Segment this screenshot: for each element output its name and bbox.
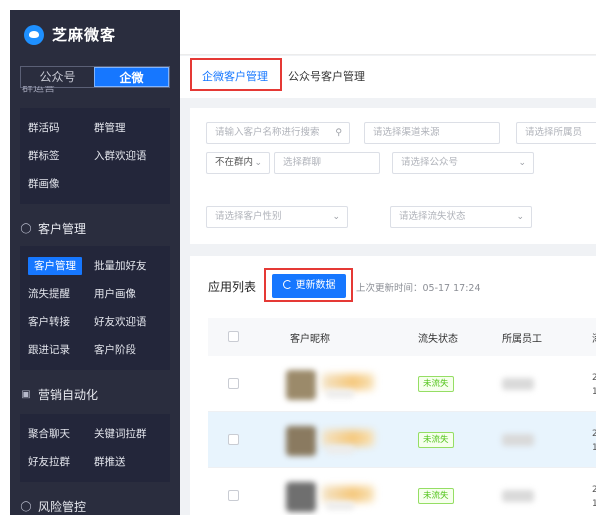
sidebar-item-aggregate-chat[interactable]: 聚合聊天	[28, 420, 94, 448]
added-date: 2(	[592, 485, 596, 495]
added-time: 1:	[592, 387, 596, 397]
table-header: 客户昵称 流失状态 所属员工 添	[208, 318, 596, 356]
avatar	[286, 426, 316, 456]
chevron-down-icon: ⌄	[254, 158, 262, 168]
table-row[interactable]: 未流失 2( 1:	[208, 468, 596, 515]
user-icon: ◯	[20, 223, 32, 234]
shield-icon: ◯	[20, 501, 32, 512]
avatar	[286, 482, 316, 512]
customer-management-panel: 客户管理 批量加好友 流失提醒 用户画像 客户转接 好友欢迎语 跟进记录 客户阶…	[20, 246, 170, 370]
sidebar-item-followup-records[interactable]: 跟进记录	[28, 336, 94, 364]
gender-select[interactable]: 请选择客户性别 ⌄	[206, 206, 348, 228]
row-checkbox[interactable]	[228, 490, 239, 501]
status-badge: 未流失	[418, 432, 454, 448]
group-chat-select[interactable]: 选择群聊	[274, 152, 380, 174]
sidebar-item-group-tags[interactable]: 群标签	[28, 142, 94, 170]
sidebar-item-group-portrait[interactable]: 群画像	[28, 170, 94, 198]
column-header-nickname[interactable]: 客户昵称	[290, 330, 330, 345]
marketing-automation-panel: 聚合聊天 关键词拉群 好友拉群 群推送	[20, 414, 170, 482]
sidebar-item-group-qrcode[interactable]: 群活码	[28, 114, 94, 142]
group-operation-panel: 群活码 群管理 群标签 入群欢迎语 群画像	[20, 108, 170, 204]
sidebar-item-churn-alert[interactable]: 流失提醒	[28, 280, 94, 308]
sidebar-item-batch-add-friends[interactable]: 批量加好友	[94, 252, 164, 280]
select-all-checkbox[interactable]	[228, 331, 239, 342]
chevron-down-icon: ⌄	[332, 212, 340, 222]
official-account-select[interactable]: 请选择公众号 ⌄	[392, 152, 534, 174]
nickname-redacted	[322, 374, 374, 390]
chat-bubble-logo-icon	[24, 24, 44, 45]
table-title: 应用列表	[208, 280, 257, 294]
churn-status-select[interactable]: 请选择流失状态 ⌄	[390, 206, 532, 228]
toggle-official-account[interactable]: 公众号	[21, 67, 94, 87]
grid-icon: ▣	[21, 389, 31, 400]
search-icon: ⚲	[335, 128, 342, 138]
sidebar-item-customer-transfer[interactable]: 客户转接	[28, 308, 94, 336]
sidebar-item-customer-manage[interactable]: 客户管理	[28, 252, 94, 280]
staff-redacted	[502, 434, 534, 446]
filter-panel: 请输入客户名称进行搜索 ⚲ 请选择渠道来源 请选择所属员 不在群内 ⌄ 选择群聊…	[190, 108, 596, 244]
brand-title: 芝麻微客	[52, 26, 117, 44]
risk-control-section[interactable]: ◯ 风险管控	[20, 498, 86, 515]
main-content: 企微客户管理 公众号客户管理 请输入客户名称进行搜索 ⚲ 请选择渠道来源 请选择…	[180, 10, 596, 515]
section-label: 风险管控	[38, 500, 87, 514]
chevron-down-icon: ⌄	[516, 212, 524, 222]
chevron-down-icon: ⌄	[518, 158, 526, 168]
refresh-highlight-box	[264, 268, 353, 302]
added-date: 2(	[592, 429, 596, 439]
sidebar-item-group-manage[interactable]: 群管理	[94, 114, 164, 142]
sidebar-item-group-push[interactable]: 群推送	[94, 448, 164, 476]
sidebar-item-friend-group[interactable]: 好友拉群	[28, 448, 94, 476]
customer-management-section[interactable]: ◯ 客户管理	[20, 220, 86, 237]
staff-redacted	[502, 490, 534, 502]
sidebar-item-friend-welcome[interactable]: 好友欢迎语	[94, 308, 164, 336]
in-group-select[interactable]: 不在群内 ⌄	[206, 152, 270, 174]
nickname-sub-redacted	[326, 390, 354, 398]
tab-mp-customers[interactable]: 公众号客户管理	[288, 68, 365, 84]
nickname-redacted	[322, 430, 374, 446]
row-checkbox[interactable]	[228, 434, 239, 445]
status-badge: 未流失	[418, 488, 454, 504]
section-label: 营销自动化	[38, 388, 99, 402]
table-row[interactable]: 未流失 2( 1:	[208, 356, 596, 412]
marketing-automation-section[interactable]: ▣ 营销自动化	[20, 386, 98, 403]
toggle-wecom[interactable]: 企微	[94, 67, 169, 87]
column-header-churn-status[interactable]: 流失状态	[418, 330, 458, 345]
row-checkbox[interactable]	[228, 378, 239, 389]
staff-redacted	[502, 378, 534, 390]
channel-select[interactable]: 请选择渠道来源	[364, 122, 500, 144]
sidebar-item-user-portrait[interactable]: 用户画像	[94, 280, 164, 308]
top-bar	[180, 10, 596, 55]
section-label: 客户管理	[38, 222, 87, 236]
column-header-added[interactable]: 添	[592, 330, 596, 345]
added-date: 2(	[592, 373, 596, 383]
status-badge: 未流失	[418, 376, 454, 392]
added-time: 1:	[592, 443, 596, 453]
group-operation-section-heading: 群运营	[22, 86, 55, 94]
added-time: 1:	[592, 499, 596, 509]
sidebar-item-group-welcome[interactable]: 入群欢迎语	[94, 142, 164, 170]
table-row[interactable]: 未流失 2( 1:	[208, 412, 596, 468]
last-update-time: 上次更新时间：05-17 17:24	[356, 283, 481, 294]
sidebar: 芝麻微客 公众号 企微 群运营 群活码 群管理 群标签 入群欢迎语 群画像 ◯ …	[10, 10, 180, 515]
search-input[interactable]: 请输入客户名称进行搜索 ⚲	[206, 122, 350, 144]
account-type-toggle: 公众号 企微	[20, 66, 170, 88]
sidebar-item-customer-stage[interactable]: 客户阶段	[94, 336, 164, 364]
brand: 芝麻微客	[24, 24, 116, 45]
column-header-staff[interactable]: 所属员工	[502, 330, 542, 345]
staff-select[interactable]: 请选择所属员	[516, 122, 596, 144]
nickname-sub-redacted	[326, 446, 354, 454]
nickname-sub-redacted	[326, 502, 354, 510]
sidebar-item-keyword-group[interactable]: 关键词拉群	[94, 420, 164, 448]
tab-highlight-box	[190, 58, 282, 91]
nickname-redacted	[322, 486, 374, 502]
avatar	[286, 370, 316, 400]
customer-table-card: 应用列表 更新数据 上次更新时间：05-17 17:24 客户昵称 流失状态 所…	[190, 256, 596, 515]
